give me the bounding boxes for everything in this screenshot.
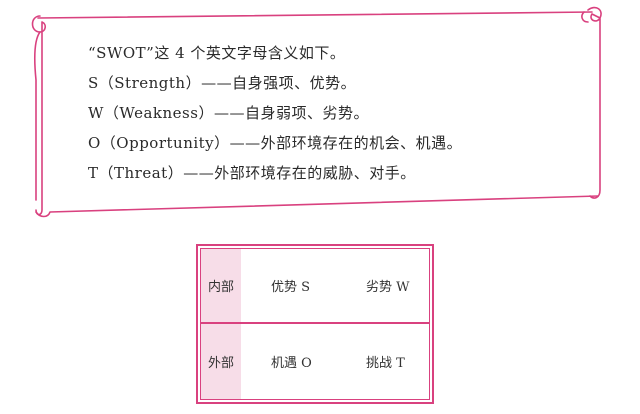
row-label-external: 外部 [201,324,241,399]
scroll-text-block: “SWOT”这 4 个英文字母含义如下。 S（Strength）——自身强项、优… [88,38,588,188]
cell-threat: 挑战 T [366,356,405,371]
swot-intro-line: “SWOT”这 4 个英文字母含义如下。 [88,44,346,62]
cell-weakness: 劣势 W [366,280,410,295]
scroll-bottom-edge [35,195,599,218]
swot-table-inner: 内部 优势 S 劣势 W 外部 机遇 O 挑战 T [200,248,430,400]
threat-line: T（Threat）——外部环境存在的威胁、对手。 [88,164,416,182]
cell-strength: 优势 S [271,280,311,295]
row-label-internal: 内部 [201,249,241,322]
weakness-line: W（Weakness）——自身弱项、劣势。 [88,104,369,122]
table-row-external: 外部 机遇 O 挑战 T [201,324,429,399]
scroll-top-edge [37,11,593,19]
opportunity-line: O（Opportunity）——外部环境存在的机会、机遇。 [88,134,463,152]
cell-opportunity: 机遇 O [271,356,312,371]
strength-line: S（Strength）——自身强项、优势。 [88,74,357,92]
swot-table: 内部 优势 S 劣势 W 外部 机遇 O 挑战 T [196,244,434,404]
table-row-internal: 内部 优势 S 劣势 W [201,249,429,324]
scroll-left-roll [31,15,46,216]
scroll-right-roll [587,6,602,199]
